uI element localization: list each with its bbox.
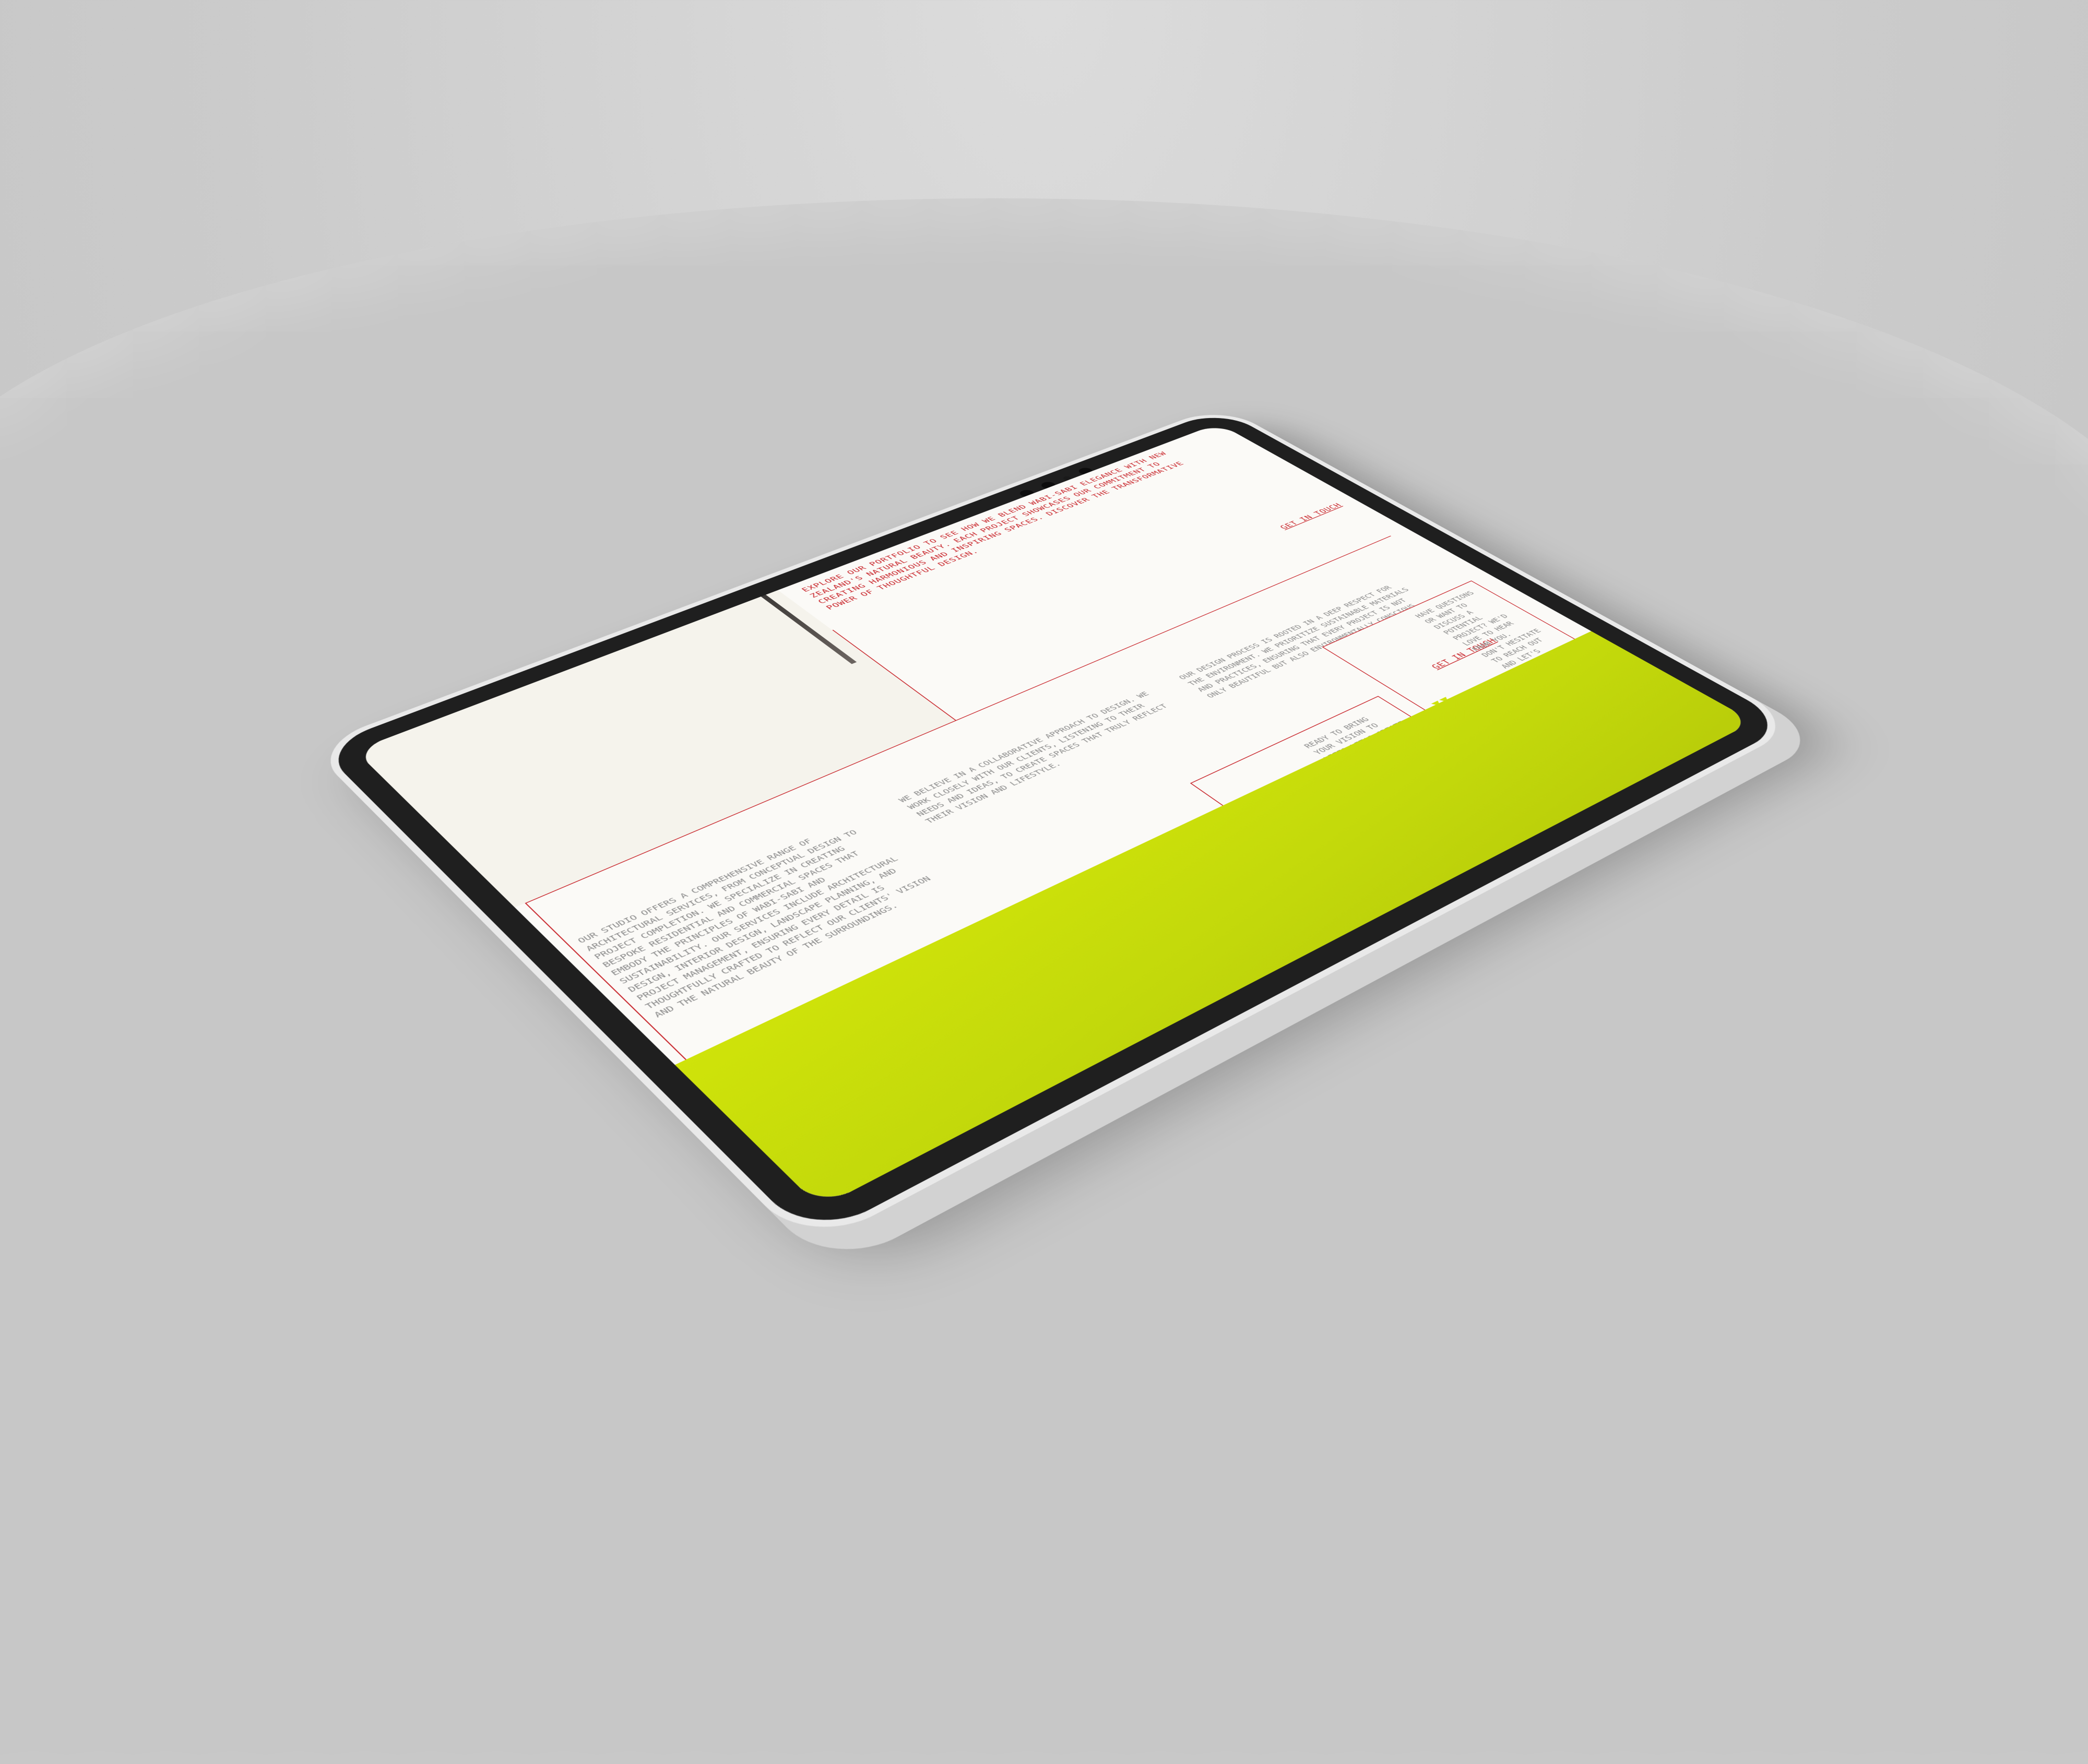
- mockup-stage: Explore our portfolio to see how we blen…: [0, 0, 2088, 1566]
- tablet-device: Explore our portfolio to see how we blen…: [309, 405, 1801, 1250]
